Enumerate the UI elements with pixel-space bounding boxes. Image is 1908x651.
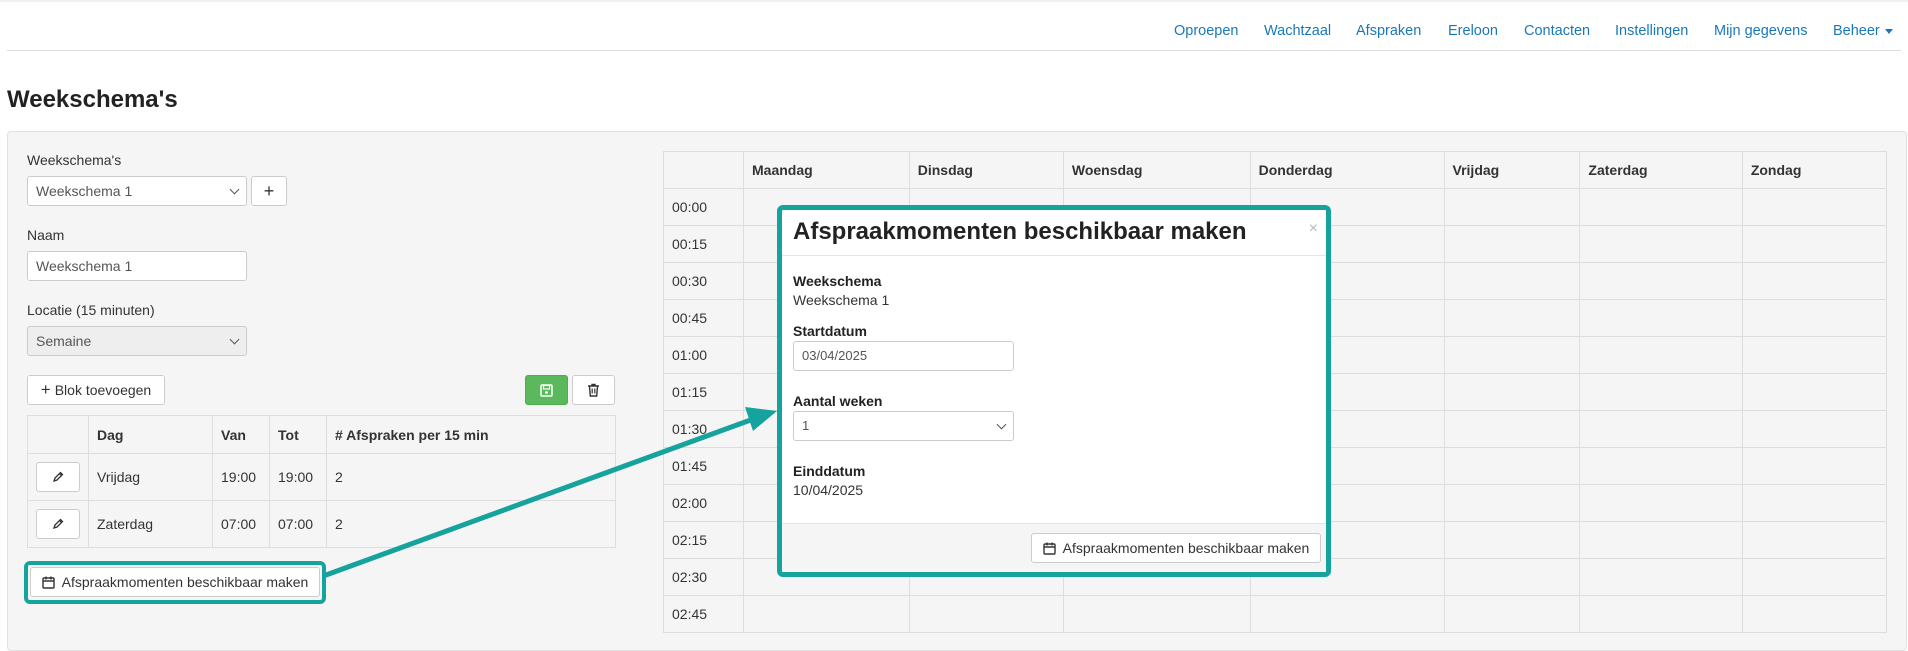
modal-submit-button[interactable]: Afspraakmomenten beschikbaar maken xyxy=(1031,533,1321,563)
chevron-down-icon xyxy=(996,419,1007,430)
modal-schedule-label: Weekschema xyxy=(793,273,882,289)
modal-weeks-label: Aantal weken xyxy=(793,393,883,409)
modal-start-label: Startdatum xyxy=(793,323,867,339)
modal-title: Afspraakmomenten beschikbaar maken xyxy=(793,218,1247,245)
modal-schedule-value: Weekschema 1 xyxy=(793,292,890,308)
modal-footer: Afspraakmomenten beschikbaar maken xyxy=(782,523,1326,572)
make-available-modal: Afspraakmomenten beschikbaar maken × Wee… xyxy=(777,205,1331,577)
start-date-input[interactable]: 03/04/2025 xyxy=(793,341,1014,371)
modal-end-value: 10/04/2025 xyxy=(793,482,864,498)
calendar-icon xyxy=(1042,542,1056,555)
modal-submit-label: Afspraakmomenten beschikbaar maken xyxy=(1062,540,1310,556)
weeks-select[interactable]: 1 xyxy=(793,411,1014,441)
modal-divider xyxy=(782,255,1326,256)
close-icon[interactable]: × xyxy=(1309,220,1318,238)
modal-end-label: Einddatum xyxy=(793,463,866,479)
start-date-value: 03/04/2025 xyxy=(802,348,868,363)
weeks-select-value: 1 xyxy=(802,418,810,433)
